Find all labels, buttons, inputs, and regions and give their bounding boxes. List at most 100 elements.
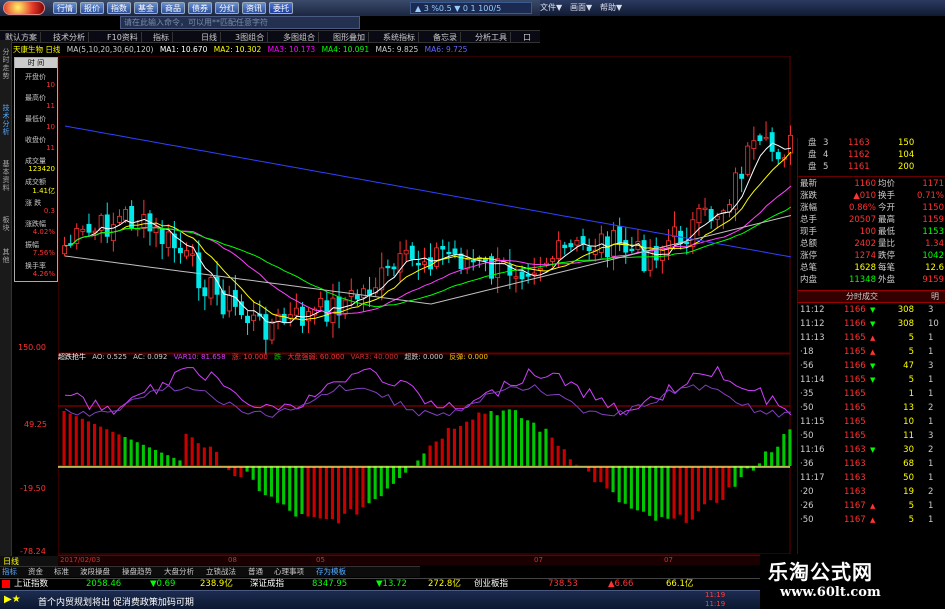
menu-help[interactable]: 帮助▼ (600, 2, 622, 14)
cy-index-label[interactable]: 创业板指 (474, 579, 508, 590)
top-right-bar: ▲ 3 %0.5 ▼ 0 1 100/5 文件▼ 画面▼ 帮助▼ (410, 0, 945, 16)
ob-price: 1162 (848, 150, 870, 160)
stat-value: 100 (859, 227, 876, 237)
toolbar-tools[interactable]: 分析工具 (472, 32, 511, 43)
candle-body (702, 207, 708, 211)
toolbar-multichart[interactable]: 多图组合 (280, 32, 319, 43)
info-value: 1.41亿 (32, 187, 55, 195)
news-arrow-icon[interactable]: ▶★ (4, 594, 21, 605)
candle-body (123, 209, 128, 221)
vtab-other[interactable]: 其他 (0, 246, 12, 264)
indicator-rise: 涨: 10.000 (231, 353, 268, 361)
nav-button-index[interactable]: 指数 (107, 2, 131, 14)
candle-body (531, 272, 537, 275)
quote-stat-row: 总额 2402 量比 1.34 (798, 239, 945, 250)
tick-count: 1 (928, 473, 934, 483)
indicator-bar (696, 466, 700, 512)
indicator-bar (617, 466, 621, 503)
ma-definition: MA(5,10,20,30,60,120) (66, 45, 154, 54)
tick-price: 1165 (844, 417, 866, 427)
indicator-tab[interactable]: 普通 (248, 567, 263, 577)
cy-index-change: ▲6.66 (608, 579, 634, 589)
vtab-intraday[interactable]: 分时走势 (0, 46, 12, 80)
toolbar-memo[interactable]: 备忘录 (430, 32, 461, 43)
toolbar-tech-analysis[interactable]: 技术分析 (50, 32, 89, 43)
indicator-tab[interactable]: 标准 (54, 567, 69, 577)
candle-body (281, 313, 287, 323)
candle-body (360, 288, 366, 298)
stat-label: 总笔 (800, 263, 818, 273)
indicator-bar (257, 466, 261, 492)
candle-body (409, 245, 415, 260)
ind-axis-top: 150.00 (18, 343, 46, 352)
indicator-tab[interactable]: 立锁战法 (206, 567, 236, 577)
tick-row: ·56 1166 ▼ 47 3 (798, 361, 945, 372)
nav-button-commodity[interactable]: 商品 (161, 2, 185, 14)
info-label: 最高价 (25, 94, 46, 102)
toolbar-daily[interactable]: 日线 (198, 32, 221, 43)
indicator-tab[interactable]: 大盘分析 (164, 567, 194, 577)
indicator-tab[interactable]: 心理事项 (274, 567, 304, 577)
sh-index-label[interactable]: 上证指数 (14, 579, 48, 590)
tick-row: ·50 1165 13 2 (798, 403, 945, 414)
tick-time: ·26 (800, 501, 814, 511)
vtab-fundamentals[interactable]: 基本资料 (0, 158, 12, 192)
command-search-input[interactable]: 请在此输入命令，可以用**匹配任意字符 (120, 16, 360, 29)
ma5-value: MA5: 9.825 (375, 45, 419, 54)
toolbar-more[interactable]: 口 (520, 32, 534, 43)
date-label-start: 2017/02/03 (60, 556, 101, 564)
indicator-bar (172, 457, 176, 466)
tick-volume: 5 (908, 375, 914, 385)
indicator-tab[interactable]: 操盘趋势 (122, 567, 152, 577)
nav-button-bond[interactable]: 债券 (188, 2, 212, 14)
tick-price: 1163 (844, 473, 866, 483)
nav-button-price[interactable]: 报价 (80, 2, 104, 14)
indicator-tab[interactable]: 指标 (2, 567, 17, 577)
indicator-bar (513, 410, 517, 466)
candle-body (617, 226, 623, 244)
sz-index-label[interactable]: 深证成指 (250, 579, 284, 590)
toolbar-f10[interactable]: F10资料 (104, 32, 142, 43)
vtab-technical[interactable]: 技术分析 (0, 102, 12, 136)
stat-value-2: 9159 (922, 275, 944, 285)
indicator-bar (300, 466, 304, 514)
news-headline[interactable]: 首个内贸规划将出 促消费政策加码可期 (38, 595, 194, 608)
ticks-list[interactable]: 11:12 1166 ▼ 308 3 11:12 1166 ▼ 308 10 11:13 1165 ▲ 5… (798, 305, 945, 535)
toolbar-3chart[interactable]: 3图组合 (232, 32, 269, 43)
indicator-tab[interactable]: 资金 (28, 567, 43, 577)
nav-button-quote[interactable]: 行情 (53, 2, 77, 14)
vtab-sector[interactable]: 板块 (0, 214, 12, 232)
toolbar-sys-indicator[interactable]: 系统指标 (380, 32, 419, 43)
stat-value: 2402 (854, 239, 876, 249)
indicator-tabs: 指标 资金 标准 波段操盘 操盘趋势 大盘分析 立锁战法 普通 心理事项 存为模板 (0, 566, 420, 577)
candle-body (696, 207, 702, 224)
nav-button-trade[interactable]: 委托 (269, 2, 293, 14)
tick-row: 11:13 1165 ▲ 5 1 (798, 333, 945, 344)
nav-button-news[interactable]: 资讯 (242, 2, 266, 14)
indicator-bar (166, 455, 170, 466)
indicator-bar (306, 466, 310, 517)
ob-side: 盘 (808, 150, 817, 160)
indicator-bar (62, 411, 66, 466)
indicator-tab[interactable]: 存为模板 (316, 567, 346, 577)
watermark-url: www.60lt.com (780, 585, 881, 600)
kline-chart[interactable] (58, 56, 798, 556)
stat-label: 现手 (800, 227, 818, 237)
nav-button-fund[interactable]: 基金 (134, 2, 158, 14)
tick-count: 1 (928, 333, 934, 343)
info-label: 收盘价 (25, 136, 46, 144)
app-logo-icon[interactable] (3, 1, 45, 15)
order-book-row: 盘 3 1163 150 (798, 138, 945, 149)
nav-button-dividend[interactable]: 分红 (215, 2, 239, 14)
menu-file[interactable]: 文件▼ (540, 2, 562, 14)
toolbar-indicator[interactable]: 指标 (150, 32, 173, 43)
candle-body (458, 253, 464, 270)
toolbar-overlay[interactable]: 图形叠加 (330, 32, 369, 43)
indicator-bar (690, 466, 694, 520)
tick-direction-icon: ▼ (870, 446, 876, 454)
indicator-tab[interactable]: 波段操盘 (80, 567, 110, 577)
tick-count: 1 (928, 459, 934, 469)
indicator-bar (440, 438, 444, 466)
menu-screen[interactable]: 画面▼ (570, 2, 592, 14)
indicator-bar (337, 466, 341, 524)
